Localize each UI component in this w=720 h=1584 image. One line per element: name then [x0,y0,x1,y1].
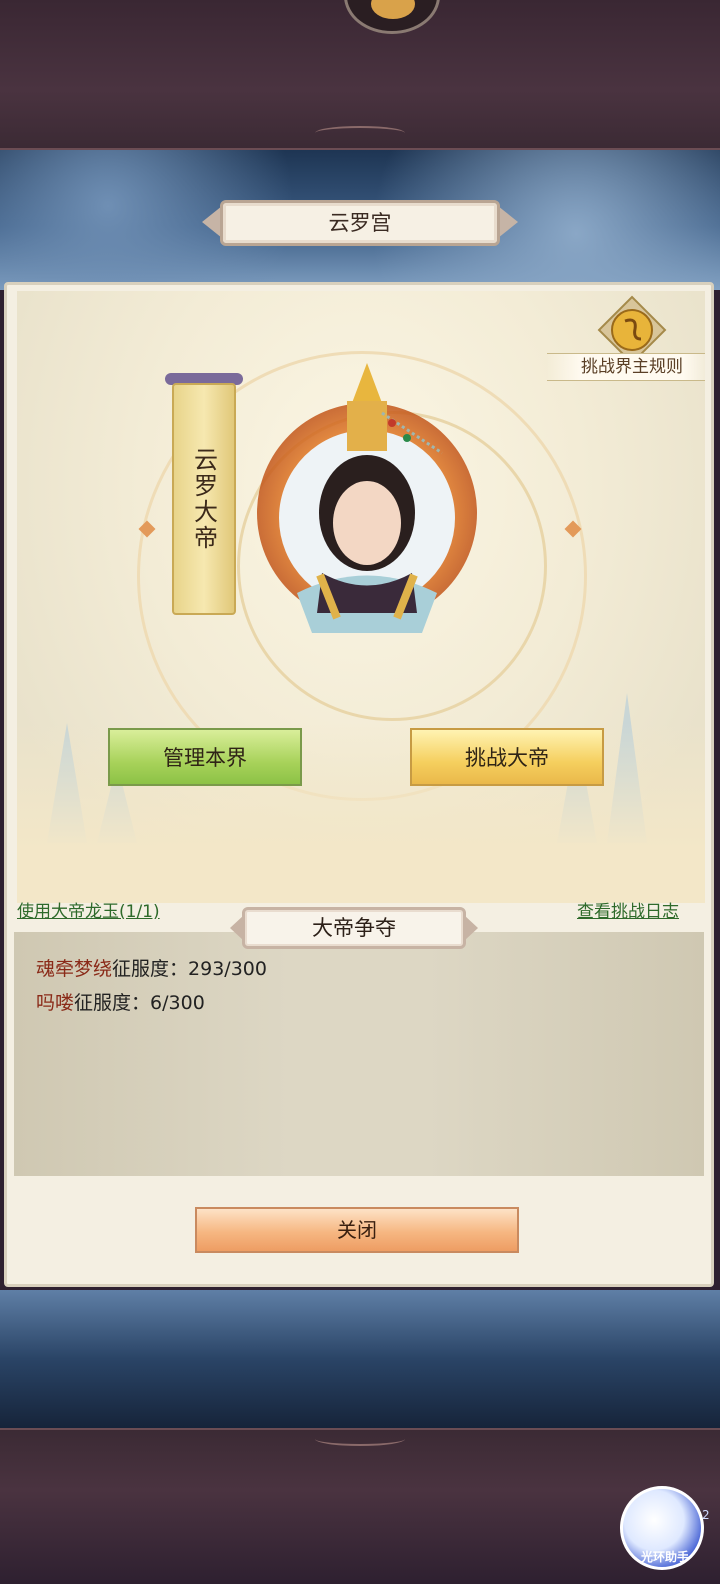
conquest-label: 征服度： [112,958,189,980]
emperor-title: 云罗大帝 [189,447,218,551]
title-wing-left [202,206,222,238]
title-wing-right [498,206,518,238]
player-name[interactable]: 魂牵梦绕 [36,958,112,980]
player-name[interactable]: 吗喽 [36,992,74,1014]
use-dragon-jade-link[interactable]: 使用大帝龙玉(1/1) [17,897,160,922]
rules-button[interactable]: 挑战界主规则 [547,295,705,385]
emperor-portrait[interactable] [242,343,492,643]
starry-sky-bottom [0,1290,720,1428]
use-dragon-jade-label[interactable]: 使用大帝龙玉 [17,902,119,922]
palace-title: 云罗宫 [220,200,500,246]
divider [0,1428,720,1430]
assistant-label[interactable]: 光环助手 [630,1548,700,1565]
view-challenge-log-link[interactable]: 查看挑战日志 [577,897,679,922]
ornament [315,126,405,140]
assistant-badge: 2 [702,1508,710,1522]
conquest-row: 吗喽征服度：6/300 [36,988,205,1015]
close-button[interactable]: 关闭 [195,1207,519,1253]
emperor-banner: 云罗大帝 [172,383,236,615]
conquest-label: 征服度： [74,992,151,1014]
palace-artwork: 云罗大帝 挑战界主规则 [17,291,705,903]
section-title: 大帝争夺 [242,907,466,949]
manage-realm-button[interactable]: 管理本界 [108,728,302,786]
use-dragon-jade-count: (1/1) [119,902,160,922]
conquest-log-area: 魂牵梦绕征服度：293/300 吗喽征服度：6/300 [14,932,704,1176]
challenge-emperor-button[interactable]: 挑战大帝 [410,728,604,786]
conquest-row: 魂牵梦绕征服度：293/300 [36,954,267,981]
bottom-decor-band [0,1428,720,1584]
conquest-value: 6/300 [150,992,205,1014]
section-wing-right [464,915,478,941]
rules-label[interactable]: 挑战界主规则 [547,353,705,381]
conquest-value: 293/300 [188,958,267,980]
ornament [315,1432,405,1446]
top-menu-knob[interactable] [344,0,440,34]
